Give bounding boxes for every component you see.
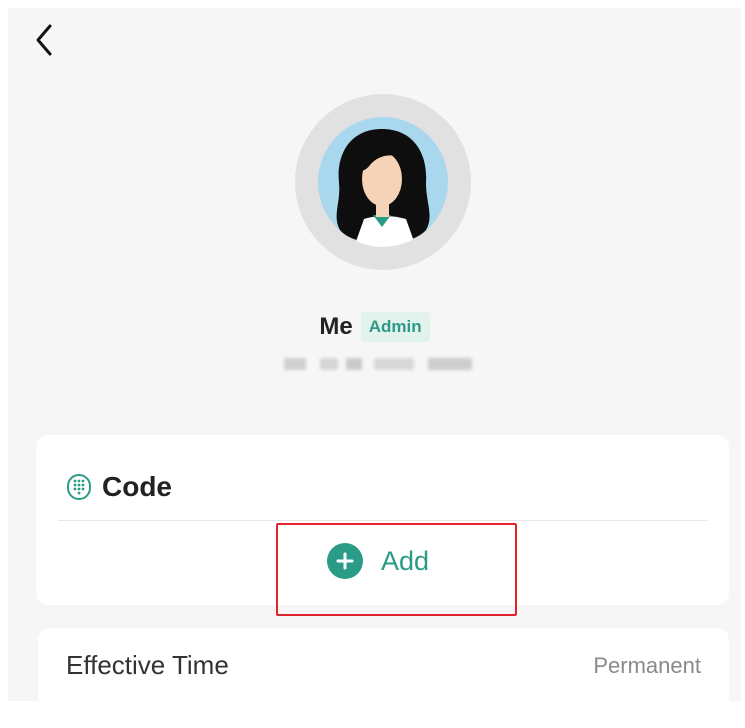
chevron-left-icon — [36, 24, 52, 56]
plus-circle-icon — [327, 543, 363, 579]
blurred-segment — [320, 358, 338, 370]
add-code-button[interactable]: Add — [327, 543, 429, 579]
profile-subtitle-obscured — [284, 353, 486, 375]
blurred-segment — [374, 358, 414, 370]
add-label: Add — [381, 545, 430, 576]
profile-name-row: Me Admin — [8, 312, 741, 342]
blurred-segment — [284, 358, 306, 370]
keypad-icon — [67, 474, 91, 500]
effective-time-row[interactable]: Effective Time Permanent — [66, 650, 701, 681]
effective-time-card: Effective Time Permanent — [38, 628, 729, 728]
effective-time-value: Permanent — [593, 652, 701, 678]
code-title: Code — [102, 471, 172, 502]
effective-time-label: Effective Time — [66, 650, 229, 680]
back-button[interactable] — [28, 20, 60, 60]
divider — [58, 520, 707, 521]
blurred-segment — [346, 358, 362, 370]
profile-name: Me — [319, 313, 353, 340]
code-card: Code Add — [36, 435, 729, 605]
role-badge: Admin — [360, 312, 430, 342]
blurred-segment — [428, 358, 472, 370]
woman-avatar-icon — [336, 129, 430, 247]
code-header: Code — [66, 471, 172, 503]
avatar-ring — [295, 94, 471, 270]
screen: Me Admin Code Add Effective Time Permane… — [8, 8, 741, 728]
avatar — [318, 117, 448, 247]
